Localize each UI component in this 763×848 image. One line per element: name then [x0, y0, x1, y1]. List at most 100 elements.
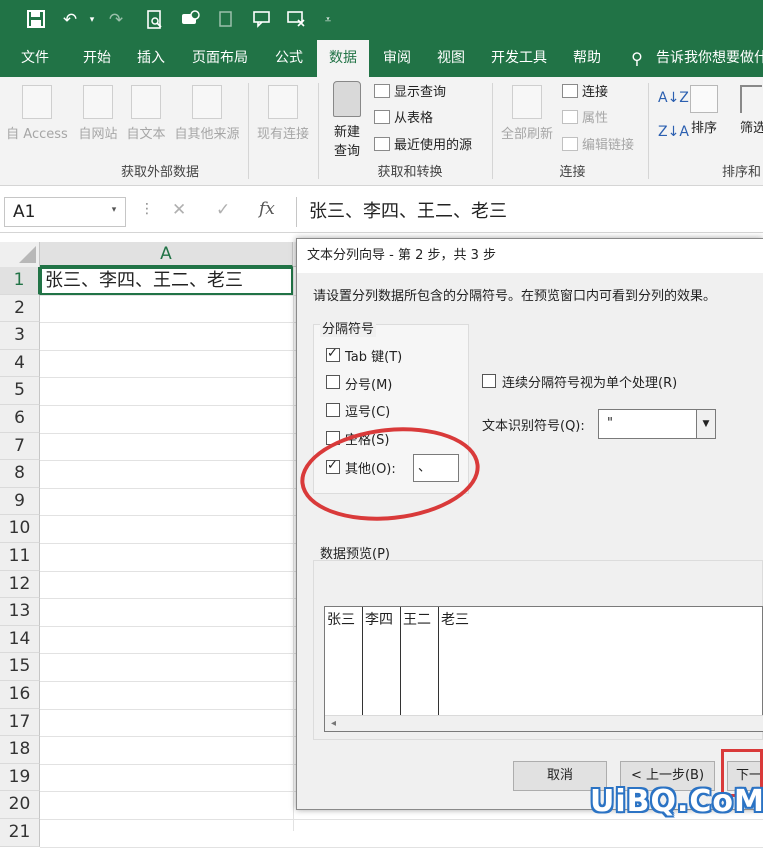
comma-checkbox[interactable]	[326, 403, 340, 417]
row-header[interactable]: 2	[0, 294, 40, 323]
row-header[interactable]: 8	[0, 460, 40, 488]
row-header[interactable]: 15	[0, 653, 40, 681]
comment-icon[interactable]	[250, 8, 274, 32]
new-query-button[interactable]: 新建 查询	[324, 81, 370, 159]
sort-ascending-icon[interactable]: A↓Z	[658, 87, 689, 109]
refresh-all-button[interactable]: 全部刷新	[496, 85, 558, 142]
semicolon-checkbox[interactable]	[326, 375, 340, 389]
database-icon	[333, 81, 361, 117]
row-header[interactable]: 19	[0, 763, 40, 792]
row-header[interactable]: 12	[0, 570, 40, 599]
preview-cell: 张三	[325, 607, 363, 715]
row-header[interactable]: 3	[0, 322, 40, 350]
sort-descending-icon[interactable]: Z↓A	[658, 121, 689, 143]
lightbulb-icon: ⚲	[631, 49, 643, 68]
row-header[interactable]: 18	[0, 736, 40, 764]
recent-sources-button[interactable]: 最近使用的源	[374, 135, 472, 157]
row-header[interactable]: 14	[0, 625, 40, 654]
row-header[interactable]: 17	[0, 708, 40, 737]
row-header[interactable]: 1	[0, 267, 40, 295]
customize-icon[interactable]: ⩡	[316, 8, 340, 32]
undo-dropdown-icon[interactable]: ▾	[80, 8, 104, 32]
tab-data[interactable]: 数据	[317, 40, 369, 77]
tab-help[interactable]: 帮助	[562, 40, 612, 77]
quick-access-toolbar: ↶ ▾ ↷ ⩡	[0, 0, 763, 40]
delimiters-group-label: 分隔符号	[320, 318, 377, 337]
edit-links-button[interactable]: 编辑链接	[562, 135, 634, 157]
undo-icon[interactable]: ↶	[58, 8, 82, 32]
connections-label: 连接	[582, 85, 609, 100]
ribbon: 自 Access 自网站 自文本 自其他来源 现有连接 获取外部数据 新建 查询…	[0, 77, 763, 186]
properties-label: 属性	[582, 111, 609, 126]
separator	[492, 83, 493, 179]
gridline	[40, 846, 763, 848]
formula-input[interactable]: 张三、李四、王二、老三	[296, 197, 763, 227]
preview-cell: 老三	[441, 612, 469, 628]
properties-button[interactable]: 属性	[562, 108, 608, 130]
other-sources-icon	[192, 85, 222, 119]
tab-review[interactable]: 审阅	[372, 40, 422, 77]
insert-function-icon[interactable]: fx	[259, 199, 275, 219]
refresh-icon	[512, 85, 542, 119]
row-header[interactable]: 16	[0, 681, 40, 709]
row-header[interactable]: 11	[0, 543, 40, 571]
tab-checkbox-label: Tab 键(T)	[345, 350, 403, 365]
recent-sources-label: 最近使用的源	[394, 138, 473, 153]
tell-me-search[interactable]: 告诉我你想要做什	[656, 40, 763, 77]
cell-a1[interactable]: 张三、李四、王二、老三	[40, 267, 293, 295]
row-header[interactable]: 6	[0, 405, 40, 433]
row-header[interactable]: 10	[0, 515, 40, 543]
enter-icon[interactable]: ✓	[216, 200, 230, 220]
existing-connections-button[interactable]: 现有连接	[252, 85, 314, 142]
from-web-button[interactable]: 自网站	[74, 85, 122, 142]
edit-links-label: 编辑链接	[582, 138, 635, 153]
clear-icon[interactable]	[214, 8, 238, 32]
redo-icon[interactable]: ↷	[104, 8, 128, 32]
table-icon	[374, 110, 390, 124]
separator	[648, 83, 649, 179]
from-other-sources-button[interactable]: 自其他来源	[170, 85, 244, 142]
group-label-connections: 连接	[559, 165, 586, 180]
from-text-button[interactable]: 自文本	[122, 85, 170, 142]
sort-button[interactable]: 排序	[686, 85, 722, 136]
tab-insert[interactable]: 插入	[126, 40, 176, 77]
tab-file[interactable]: 文件	[10, 40, 60, 77]
connections-button[interactable]: 连接	[562, 82, 608, 104]
filter-button[interactable]: 筛选	[740, 85, 763, 136]
consecutive-delimiters-checkbox[interactable]	[482, 374, 496, 388]
filter-label: 筛选	[740, 121, 763, 136]
preview-horizontal-scrollbar[interactable]: ◂	[325, 715, 763, 731]
print-preview-icon[interactable]	[143, 8, 167, 32]
tab-page-layout[interactable]: 页面布局	[184, 40, 256, 77]
show-queries-button[interactable]: 显示查询	[374, 82, 446, 104]
row-header[interactable]: 4	[0, 349, 40, 378]
from-access-button[interactable]: 自 Access	[4, 85, 70, 142]
tab-formulas[interactable]: 公式	[264, 40, 314, 77]
tab-home[interactable]: 开始	[72, 40, 122, 77]
preview-cell: 王二	[401, 607, 439, 715]
from-table-button[interactable]: 从表格	[374, 108, 433, 130]
tab-view[interactable]: 视图	[426, 40, 476, 77]
group-label-get-external: 获取外部数据	[120, 165, 199, 180]
column-header-a[interactable]: A	[40, 242, 293, 267]
connections-icon[interactable]	[178, 8, 202, 32]
refresh-all-label: 全部刷新	[500, 127, 553, 142]
select-all-corner[interactable]	[0, 242, 40, 267]
row-header[interactable]: 20	[0, 791, 40, 819]
row-header[interactable]: 21	[0, 819, 40, 847]
separator	[318, 83, 319, 179]
clear-filter-icon[interactable]	[284, 8, 308, 32]
row-header[interactable]: 5	[0, 377, 40, 405]
access-icon	[22, 85, 52, 119]
row-header[interactable]: 13	[0, 598, 40, 626]
tab-checkbox[interactable]	[326, 346, 340, 362]
chevron-down-icon[interactable]: ▼	[696, 410, 715, 438]
row-header[interactable]: 7	[0, 432, 40, 461]
group-label-sort: 排序和	[722, 165, 762, 180]
tab-developer[interactable]: 开发工具	[482, 40, 556, 77]
save-icon[interactable]	[24, 8, 48, 32]
cancel-icon[interactable]: ✕	[172, 200, 186, 220]
chevron-down-icon[interactable]: ▾	[106, 205, 122, 219]
web-icon	[83, 85, 113, 119]
row-header[interactable]: 9	[0, 487, 40, 516]
